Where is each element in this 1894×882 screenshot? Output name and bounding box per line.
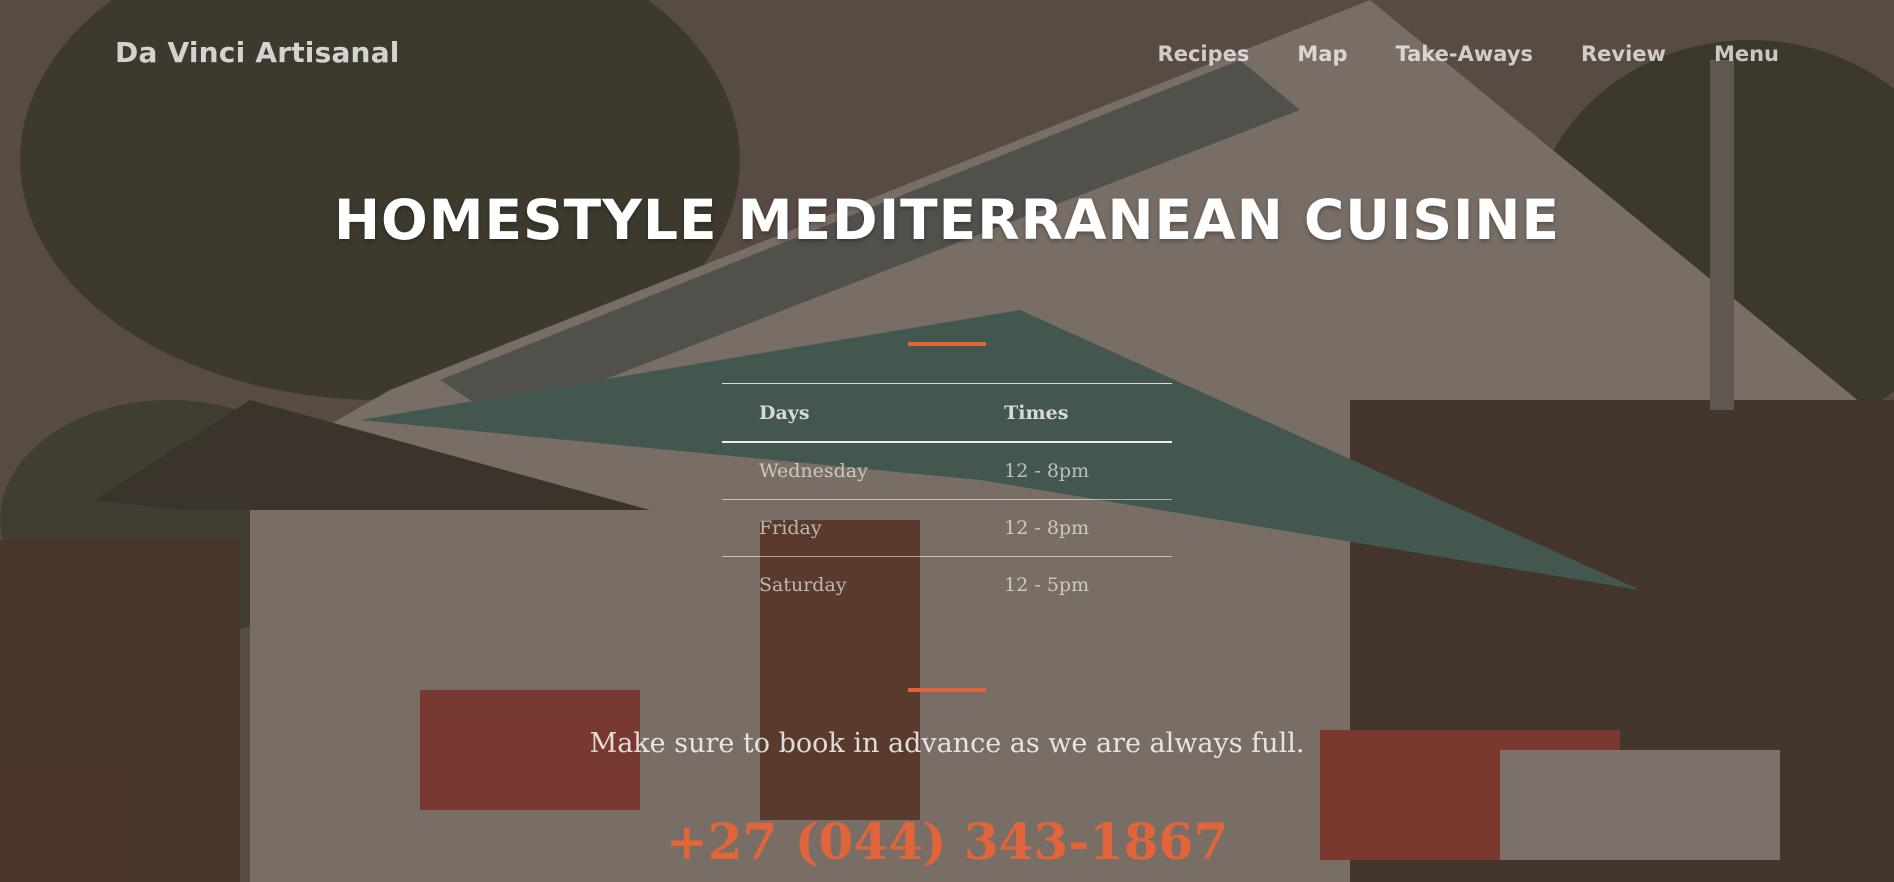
time-cell: 12 - 8pm bbox=[1004, 460, 1090, 482]
table-row: Friday 12 - 8pm bbox=[722, 499, 1172, 557]
nav-link-take-aways[interactable]: Take-Aways bbox=[1395, 42, 1533, 66]
day-cell: Wednesday bbox=[759, 460, 868, 482]
table-header-row: Days Times bbox=[722, 383, 1172, 443]
nav-link-map[interactable]: Map bbox=[1297, 42, 1347, 66]
day-cell: Saturday bbox=[722, 556, 967, 613]
brand-logo[interactable]: Da Vinci Artisanal bbox=[115, 36, 400, 69]
opening-hours-table: Days Times Wednesday 12 - 8pm Friday 12 … bbox=[722, 383, 1172, 613]
divider-bottom bbox=[908, 688, 986, 692]
navbar: Da Vinci Artisanal Recipes Map Take-Away… bbox=[0, 0, 1894, 108]
nav-link-recipes[interactable]: Recipes bbox=[1158, 42, 1250, 66]
table-row: Wednesday 12 - 8pm bbox=[722, 442, 1172, 500]
nav-links: Recipes Map Take-Aways Review Menu bbox=[1158, 42, 1779, 66]
divider-top bbox=[908, 342, 986, 346]
time-cell: 12 - 5pm bbox=[966, 556, 1172, 613]
column-header-times: Times bbox=[966, 383, 1172, 443]
table-row: Saturday 12 - 5pm bbox=[722, 556, 1172, 613]
phone-number-link[interactable]: +27 (044) 343-1867 bbox=[0, 812, 1894, 871]
hero-title: HOMESTYLE MEDITERRANEAN CUISINE bbox=[333, 188, 1561, 252]
nav-link-menu[interactable]: Menu bbox=[1714, 42, 1779, 66]
booking-note: Make sure to book in advance as we are a… bbox=[589, 728, 1305, 759]
nav-link-review[interactable]: Review bbox=[1581, 42, 1666, 66]
column-header-days: Days bbox=[722, 383, 967, 443]
time-cell: 12 - 8pm bbox=[966, 499, 1172, 557]
day-cell: Friday bbox=[722, 499, 967, 557]
